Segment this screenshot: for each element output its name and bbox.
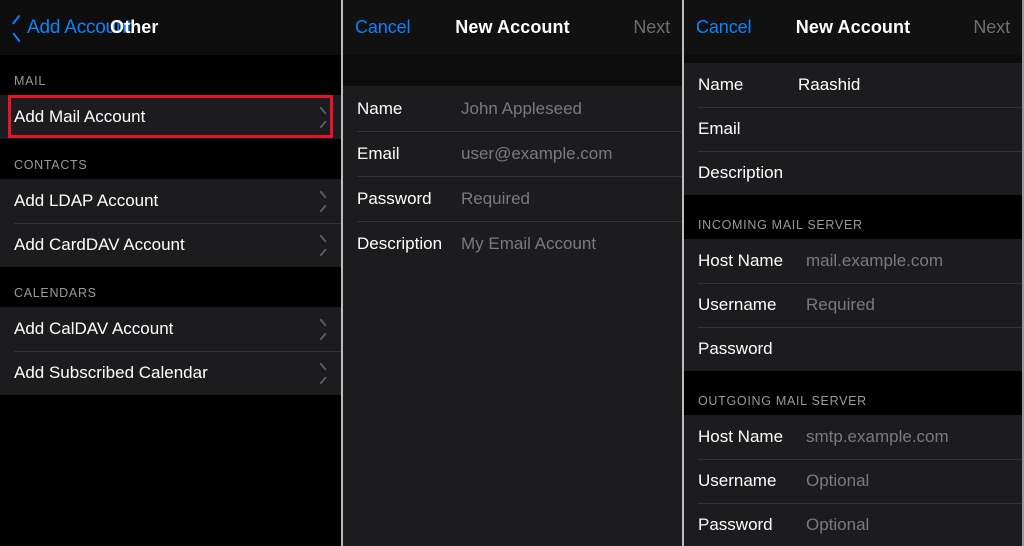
row-label: Add Subscribed Calendar: [14, 363, 208, 382]
chevron-right-icon: [318, 322, 327, 337]
next-button[interactable]: Next: [973, 17, 1010, 38]
field-input-outgoing-password[interactable]: Optional: [806, 515, 869, 535]
field-input-name[interactable]: Raashid: [798, 75, 860, 95]
field-input-description[interactable]: My Email Account: [461, 234, 596, 254]
row-add-mail-account[interactable]: Add Mail Account: [0, 95, 341, 139]
panel-other-accounts: Add Account Other MAIL Add Mail Account …: [0, 0, 341, 546]
field-input-incoming-username[interactable]: Required: [806, 295, 875, 315]
cancel-button[interactable]: Cancel: [696, 17, 752, 38]
field-label-name: Name: [698, 75, 744, 94]
content-top-spacer: [343, 55, 682, 86]
section-header-incoming-mail-server: INCOMING MAIL SERVER: [684, 195, 1022, 239]
field-row-name[interactable]: Name Raashid: [684, 63, 1022, 107]
field-row-outgoing-password[interactable]: Password Optional: [684, 503, 1022, 546]
row-add-subscribed-calendar[interactable]: Add Subscribed Calendar: [0, 351, 341, 395]
field-row-outgoing-host-name[interactable]: Host Name smtp.example.com: [684, 415, 1022, 459]
field-label-host-name: Host Name: [698, 251, 784, 270]
field-row-incoming-host-name[interactable]: Host Name mail.example.com: [684, 239, 1022, 283]
back-button-add-account[interactable]: Add Account: [12, 17, 132, 39]
field-label-description: Description: [357, 233, 443, 253]
field-row-outgoing-username[interactable]: Username Optional: [684, 459, 1022, 503]
field-label-password: Password: [357, 188, 432, 208]
group-calendars: Add CalDAV Account Add Subscribed Calend…: [0, 307, 341, 395]
chevron-right-icon: [318, 366, 327, 381]
group-incoming-mail-server: Host Name mail.example.com Username Requ…: [684, 239, 1022, 371]
field-input-name[interactable]: John Appleseed: [461, 99, 582, 119]
field-row-description[interactable]: Description: [684, 151, 1022, 195]
navigation-bar-right: Cancel New Account Next: [684, 0, 1022, 55]
group-contacts: Add LDAP Account Add CardDAV Account: [0, 179, 341, 267]
section-header-contacts: CONTACTS: [0, 139, 341, 179]
field-row-incoming-username[interactable]: Username Required: [684, 283, 1022, 327]
section-header-calendars: CALENDARS: [0, 267, 341, 307]
field-row-description[interactable]: Description My Email Account: [343, 221, 682, 266]
field-label-host-name: Host Name: [698, 427, 784, 446]
field-row-incoming-password[interactable]: Password: [684, 327, 1022, 371]
field-label-email: Email: [698, 119, 741, 138]
row-add-ldap-account[interactable]: Add LDAP Account: [0, 179, 341, 223]
field-input-outgoing-username[interactable]: Optional: [806, 471, 869, 491]
cancel-button[interactable]: Cancel: [355, 17, 411, 38]
row-label: Add CardDAV Account: [14, 235, 185, 254]
chevron-right-icon: [318, 238, 327, 253]
group-account-fields: Name John Appleseed Email user@example.c…: [343, 86, 682, 266]
field-label-name: Name: [357, 98, 403, 118]
field-input-password[interactable]: Required: [461, 189, 530, 209]
section-header-mail: MAIL: [0, 55, 341, 95]
field-label-username: Username: [698, 471, 777, 490]
field-label-username: Username: [698, 295, 777, 314]
three-screenshot-strip: Add Account Other MAIL Add Mail Account …: [0, 0, 1024, 546]
content-empty-area: [343, 266, 682, 546]
section-header-outgoing-mail-server: OUTGOING MAIL SERVER: [684, 371, 1022, 415]
next-button[interactable]: Next: [633, 17, 670, 38]
field-row-name[interactable]: Name John Appleseed: [343, 86, 682, 131]
group-account-fields: Name Raashid Email Description: [684, 63, 1022, 195]
back-button-label: Add Account: [27, 16, 132, 38]
row-add-caldav-account[interactable]: Add CalDAV Account: [0, 307, 341, 351]
chevron-left-icon: [12, 19, 23, 37]
field-input-incoming-host-name[interactable]: mail.example.com: [806, 251, 943, 271]
chevron-right-icon: [318, 194, 327, 209]
panel-new-account-empty: Cancel New Account Next Name John Apples…: [341, 0, 682, 546]
group-outgoing-mail-server: Host Name smtp.example.com Username Opti…: [684, 415, 1022, 546]
field-input-email[interactable]: user@example.com: [461, 144, 612, 164]
row-label: Add Mail Account: [14, 107, 146, 126]
field-row-password[interactable]: Password Required: [343, 176, 682, 221]
group-mail: Add Mail Account: [0, 95, 341, 139]
field-row-email[interactable]: Email: [684, 107, 1022, 151]
row-add-carddav-account[interactable]: Add CardDAV Account: [0, 223, 341, 267]
field-label-email: Email: [357, 143, 400, 163]
field-row-email[interactable]: Email user@example.com: [343, 131, 682, 176]
content-top-spacer: [684, 55, 1022, 63]
navigation-bar-middle: Cancel New Account Next: [343, 0, 682, 55]
panel-new-account-filled: Cancel New Account Next Name Raashid Ema…: [682, 0, 1022, 546]
field-input-outgoing-host-name[interactable]: smtp.example.com: [806, 427, 949, 447]
row-label: Add CalDAV Account: [14, 319, 174, 338]
field-label-description: Description: [698, 163, 784, 182]
field-label-password: Password: [698, 339, 773, 358]
row-label: Add LDAP Account: [14, 191, 159, 210]
navigation-bar-left: Add Account Other: [0, 0, 341, 55]
chevron-right-icon: [318, 110, 327, 125]
field-label-password: Password: [698, 515, 773, 534]
